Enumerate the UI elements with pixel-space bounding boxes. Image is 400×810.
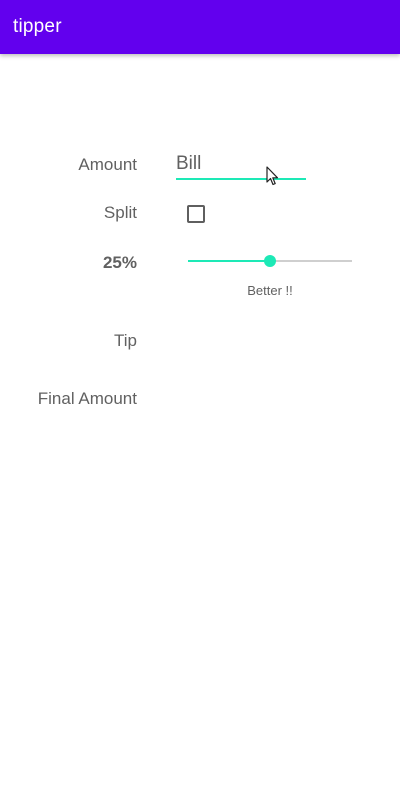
final-amount-label: Final Amount — [37, 389, 137, 408]
tip-label: Tip — [114, 331, 137, 350]
tip-description: Better !! — [247, 283, 293, 298]
mouse-pointer-icon — [266, 166, 279, 186]
bill-input[interactable] — [176, 150, 306, 180]
tip-percent-slider[interactable] — [188, 252, 352, 272]
split-label: Split — [103, 203, 137, 222]
tip-percent-label: 25% — [102, 253, 137, 272]
app-bar: tipper — [0, 0, 400, 54]
split-checkbox[interactable] — [187, 205, 205, 223]
tipper-app: tipper Amount Split 25% Better !! Tip Fi… — [0, 0, 400, 810]
app-title: tipper — [13, 16, 62, 37]
slider-thumb[interactable] — [264, 255, 276, 267]
amount-label: Amount — [78, 155, 137, 174]
slider-fill — [188, 260, 270, 262]
